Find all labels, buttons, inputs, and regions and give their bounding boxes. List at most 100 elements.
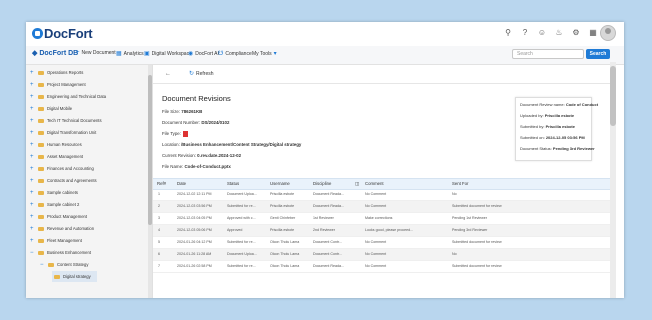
folder-icon: [48, 262, 54, 267]
meta-value: Code-of-Conduct.pptx: [184, 164, 231, 169]
expand-icon[interactable]: +: [30, 118, 36, 124]
cell-date: 2024-12-03 05:06 PM: [177, 228, 212, 232]
expand-icon[interactable]: +: [30, 154, 36, 160]
cell-ref: 4: [158, 228, 160, 232]
column-header-comment[interactable]: Comment: [365, 181, 384, 186]
sidebar-item[interactable]: + Tech IT Technical Documents: [30, 115, 102, 126]
sidebar-item-label: Operations Reports: [47, 70, 84, 75]
nav-docfort-ai[interactable]: ◉ DocFort AI: [188, 50, 219, 58]
avatar[interactable]: [600, 25, 616, 41]
table-row[interactable]: 1 2024-12-02 12:11 PM Document Uploa... …: [153, 189, 616, 201]
sidebar-item-label: Human Resources: [47, 142, 82, 147]
card-label: Submitted by:: [520, 124, 545, 129]
sidebar-item[interactable]: + Digital Mobile: [30, 103, 72, 114]
nav-new-document[interactable]: + New Document: [76, 50, 116, 56]
gear-icon[interactable]: ⚙: [571, 28, 581, 38]
help-icon[interactable]: ?: [520, 28, 530, 38]
table-row[interactable]: 3 2024-12-03 04:05 PM Approved with c...…: [153, 213, 616, 225]
expand-icon[interactable]: +: [30, 82, 36, 88]
bell-icon[interactable]: ♨: [554, 28, 564, 38]
table-row[interactable]: 2 2024-12-03 03:56 PM Submitted for re..…: [153, 201, 616, 213]
nav-compliance[interactable]: ☋ Compliance: [218, 50, 252, 58]
column-header-sent-for[interactable]: Sent For: [452, 181, 468, 186]
sidebar-item-label: Revenue and Automation: [47, 226, 95, 231]
table-row[interactable]: 5 2024-01-26 04:12 PM Submitted for re..…: [153, 237, 616, 249]
refresh-button[interactable]: ↻ Refresh: [189, 70, 214, 78]
card-submitted-on: Submitted on: 2024-12-05 03:56 PM: [520, 135, 585, 140]
column-header-ref[interactable]: Ref#: [157, 181, 166, 186]
sidebar-item[interactable]: + Sample cabinets: [30, 187, 78, 198]
back-arrow-icon[interactable]: ←: [165, 71, 171, 77]
sidebar-item[interactable]: + Digital Transformation Unit: [30, 127, 96, 138]
cell-username: Priscilla esbote: [270, 204, 295, 208]
sidebar-item[interactable]: + Operations Reports: [30, 67, 83, 78]
review-summary-card: Document Review name: Code of Conduct Up…: [515, 97, 598, 161]
expand-icon[interactable]: +: [30, 106, 36, 112]
sidebar-scrollbar-thumb[interactable]: [148, 75, 152, 225]
column-header-discipline[interactable]: Discipline: [313, 181, 331, 186]
expand-icon[interactable]: +: [30, 94, 36, 100]
cell-ref: 1: [158, 192, 160, 196]
nav-item-label: Analytics: [123, 50, 144, 57]
expand-icon[interactable]: +: [30, 178, 36, 184]
expand-icon[interactable]: +: [30, 130, 36, 136]
sidebar-item[interactable]: + Fleet Management: [30, 235, 82, 246]
column-header-status[interactable]: Status: [227, 181, 239, 186]
sidebar-item-label: Product Management: [47, 214, 88, 219]
document-column-icon: ◫: [355, 181, 360, 186]
sidebar-item[interactable]: + Revenue and Automation: [30, 223, 94, 234]
sidebar-item[interactable]: + Sample cabinet 2: [30, 199, 79, 210]
folder-icon: [38, 226, 44, 231]
sidebar-item[interactable]: − Business Enhancement: [30, 247, 91, 258]
expand-icon[interactable]: +: [30, 70, 36, 76]
collapse-icon[interactable]: −: [30, 250, 36, 256]
cell-date: 2024-01-26 04:12 PM: [177, 240, 212, 244]
sidebar-item-label: Content Strategy: [57, 262, 89, 267]
cell-status: Document Uploa...: [227, 252, 257, 256]
page-scrollbar-thumb[interactable]: [610, 66, 616, 126]
nav-my-tools[interactable]: My Tools ▾: [252, 50, 277, 58]
sidebar-item-label: Project Management: [47, 82, 86, 87]
expand-icon[interactable]: +: [30, 202, 36, 208]
sidebar-item[interactable]: + Project Management: [30, 79, 86, 90]
nav-analytics[interactable]: ▦ Analytics: [116, 50, 144, 58]
sidebar-item[interactable]: + Contracts and Agreements: [30, 175, 97, 186]
cell-sent-for: No: [452, 192, 457, 196]
column-header-username[interactable]: Username: [270, 181, 290, 186]
expand-icon[interactable]: +: [30, 142, 36, 148]
plus-icon: +: [76, 50, 80, 56]
table-row[interactable]: 7 2024-01-26 02:58 PM Submitted for re..…: [153, 261, 616, 273]
refresh-label: Refresh: [196, 70, 214, 77]
expand-icon[interactable]: +: [30, 226, 36, 232]
search-button[interactable]: Search: [586, 49, 610, 59]
expand-icon[interactable]: +: [30, 166, 36, 172]
sidebar-item[interactable]: + Asset Management: [30, 151, 83, 162]
nav-digital-workspace[interactable]: ▣ Digital Workspace: [144, 50, 192, 58]
user-icon[interactable]: ☺: [537, 28, 547, 38]
sidebar-item[interactable]: + Product Management: [30, 211, 87, 222]
search-input[interactable]: Search: [512, 49, 584, 59]
grid-icon[interactable]: ▦: [588, 28, 598, 38]
sidebar-item-selected[interactable]: Digital strategy: [52, 271, 97, 282]
expand-icon[interactable]: +: [30, 190, 36, 196]
nav-brand[interactable]: ◆ DocFort DB: [32, 49, 78, 57]
cell-comment: Looks good, please proceed...: [365, 228, 414, 232]
sidebar-item[interactable]: − Content Strategy: [40, 259, 88, 270]
sidebar-item[interactable]: + Human Resources: [30, 139, 82, 150]
meta-value: 0.rev.date.2024-12-02: [197, 153, 242, 158]
sidebar-item[interactable]: + Engineering and Technical Data: [30, 91, 106, 102]
column-header-date[interactable]: Date: [177, 181, 186, 186]
logo-icon: [32, 27, 43, 39]
sidebar-item-label: Tech IT Technical Documents: [47, 118, 102, 123]
expand-icon[interactable]: +: [30, 214, 36, 220]
sidebar-item[interactable]: + Finances and Accounting: [30, 163, 94, 174]
card-label: Submitted on:: [520, 135, 545, 140]
table-row[interactable]: 4 2024-12-03 05:06 PM Approved Priscilla…: [153, 225, 616, 237]
nav-item-label: DocFort AI: [195, 50, 219, 57]
search-icon[interactable]: ⚲: [503, 28, 513, 38]
table-row[interactable]: 6 2024-01-26 11:28 AM Document Uploa... …: [153, 249, 616, 261]
logo[interactable]: DocFort: [32, 25, 93, 41]
workspace-icon: ▣: [144, 51, 150, 57]
collapse-icon[interactable]: −: [40, 262, 46, 268]
expand-icon[interactable]: +: [30, 238, 36, 244]
